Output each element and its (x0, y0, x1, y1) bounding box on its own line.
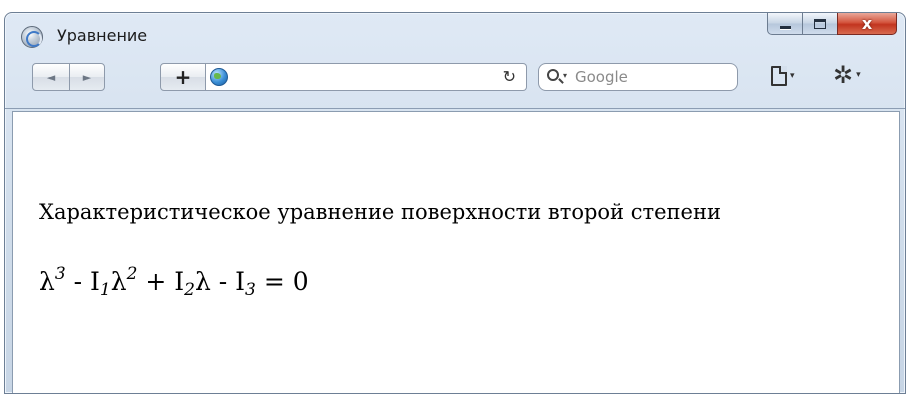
reload-icon[interactable]: ↻ (503, 67, 516, 86)
search-engine-dropdown-icon[interactable]: ▾ (563, 71, 567, 80)
chevron-down-icon: ▾ (790, 71, 795, 81)
minimize-button[interactable] (767, 13, 803, 35)
equals-zero: = 0 (255, 267, 309, 296)
subscript-3: 3 (245, 280, 256, 300)
subscript-1: 1 (99, 280, 111, 300)
subscript-2: 2 (184, 280, 195, 300)
navigation-buttons: ◄ ► (32, 63, 105, 91)
exponent-2: 2 (126, 264, 138, 284)
address-bar-group: + ↻ (160, 63, 527, 91)
exponent-3: 3 (54, 264, 66, 284)
term-minus-i: - I (65, 267, 100, 296)
search-icon[interactable] (547, 69, 559, 81)
forward-arrow-icon: ► (82, 70, 92, 84)
lambda-symbol: λ (194, 267, 211, 296)
equation: λ3 - I1λ2 + I2λ - I3 = 0 (39, 264, 309, 300)
page-paragraph: Характеристическое уравнение поверхности… (39, 200, 721, 224)
page-icon (771, 66, 787, 86)
plus-icon: + (174, 65, 192, 89)
back-arrow-icon: ◄ (46, 70, 56, 84)
lambda-symbol: λ (110, 267, 127, 296)
page-content: Характеристическое уравнение поверхности… (12, 111, 900, 393)
search-box[interactable]: ▾ (538, 63, 738, 91)
window-title: Уравнение (57, 26, 148, 45)
chevron-down-icon: ▾ (856, 70, 861, 80)
maximize-button[interactable] (802, 13, 838, 35)
gear-icon: ✲ (833, 61, 854, 89)
back-button[interactable]: ◄ (32, 63, 70, 91)
search-input[interactable] (575, 67, 725, 87)
address-bar[interactable]: ↻ (206, 63, 527, 91)
add-bookmark-button[interactable]: + (160, 63, 206, 91)
minimize-icon (779, 25, 791, 29)
title-bar: Уравнение x (5, 13, 905, 61)
maximize-icon (814, 18, 826, 29)
close-icon: x (861, 14, 873, 33)
term-plus-i: + I (137, 267, 185, 296)
settings-menu-button[interactable]: ✲ ▾ (833, 63, 861, 87)
browser-app-icon (21, 26, 43, 48)
forward-button[interactable]: ► (69, 63, 105, 91)
page-menu-button[interactable]: ▾ (771, 66, 795, 86)
globe-icon (210, 68, 228, 86)
lambda-symbol: λ (39, 267, 55, 296)
window-controls: x (767, 13, 897, 37)
term-minus-i: - I (210, 267, 246, 296)
close-button[interactable]: x (837, 13, 897, 35)
